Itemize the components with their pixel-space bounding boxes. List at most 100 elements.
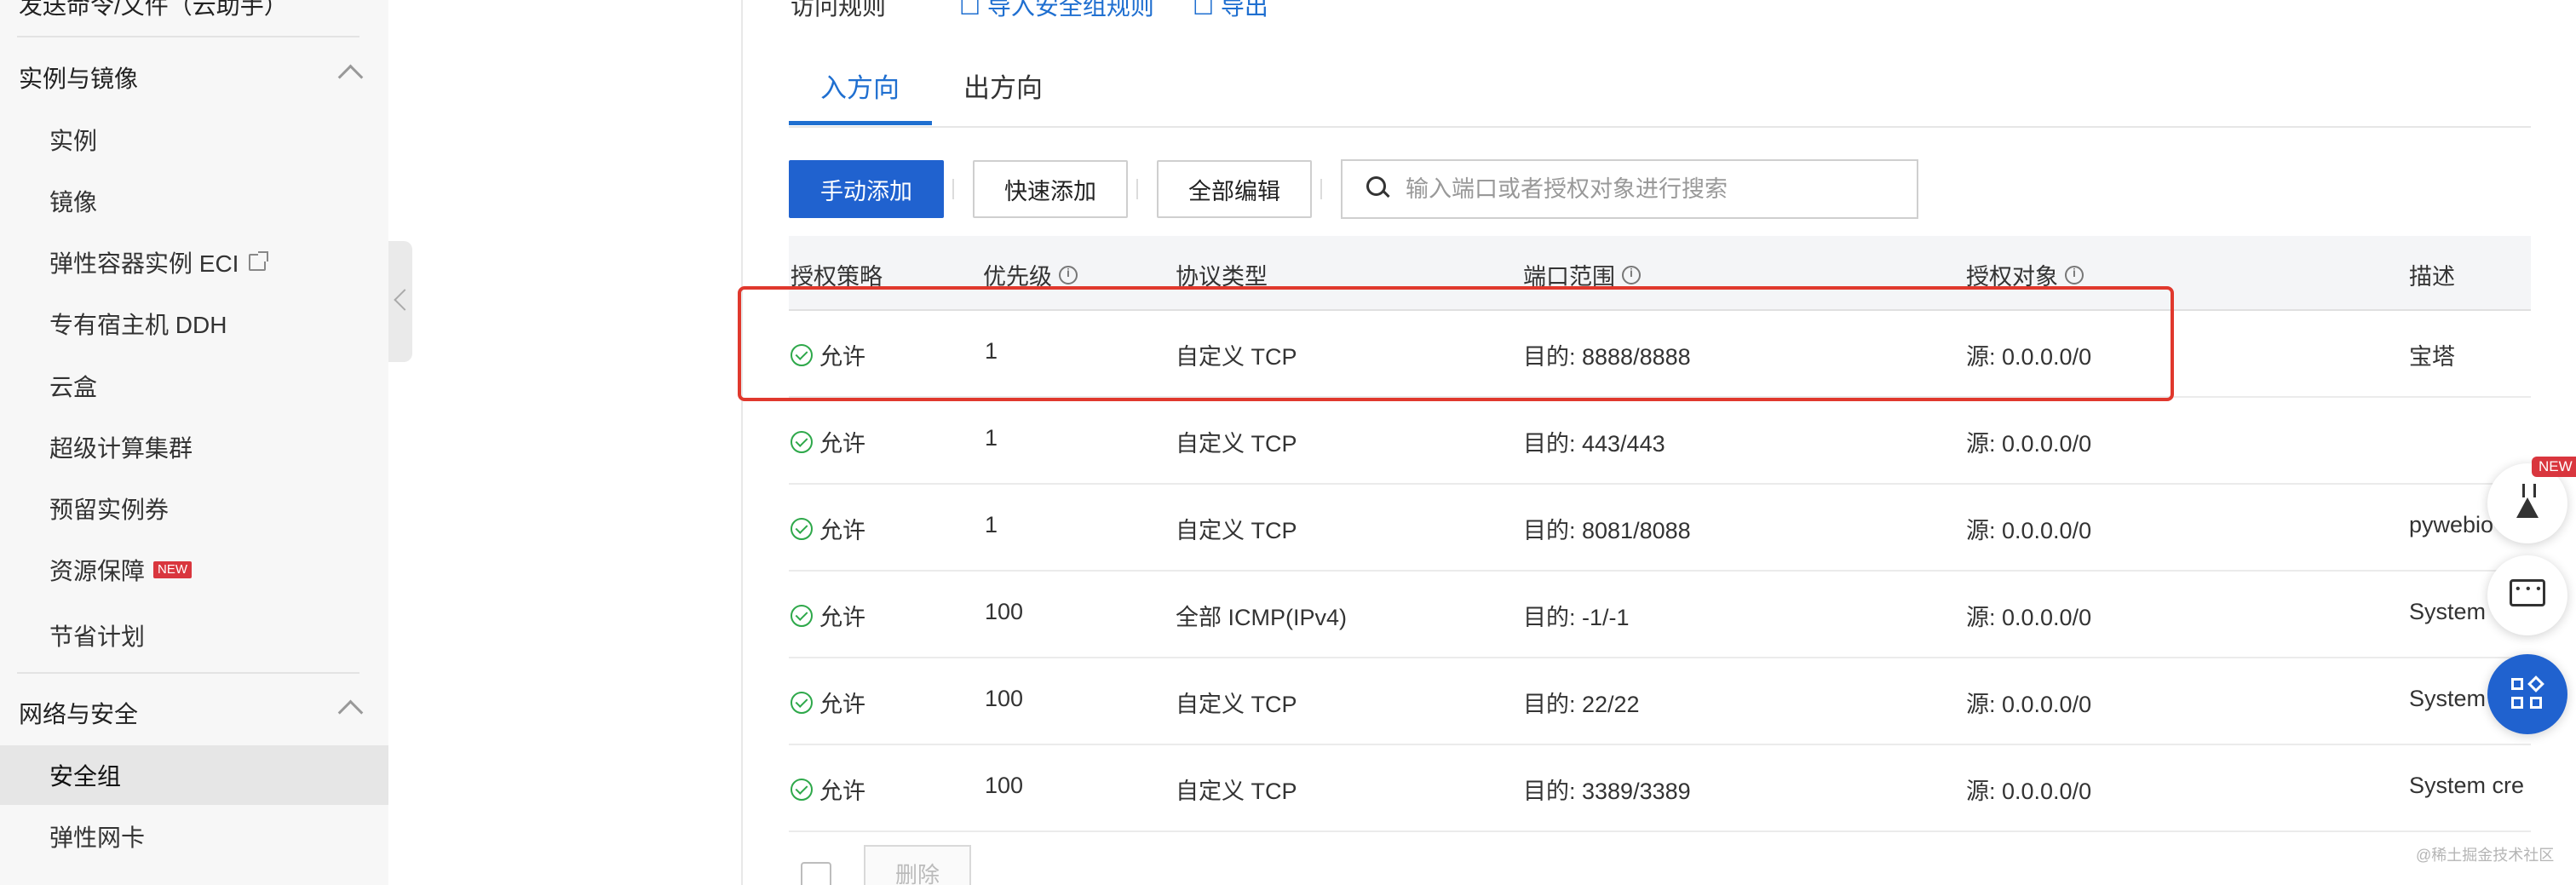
sidebar-item-label: 弹性网卡 bbox=[49, 825, 146, 851]
priority-cell: 100 bbox=[985, 773, 1024, 798]
table-row[interactable]: 允许 1 自定义 TCP 目的: 443/443 源: 0.0.0.0/0 bbox=[789, 396, 2531, 485]
sidebar-group-title: 实例与镜像 bbox=[19, 66, 139, 92]
tab-outbound[interactable]: 出方向 bbox=[963, 66, 1043, 120]
policy-cell: 允许 bbox=[791, 512, 865, 545]
description-cell: System cre bbox=[2409, 773, 2525, 798]
manual-add-button[interactable]: 手动添加 bbox=[789, 160, 944, 218]
sidebar-item-label: 实例 bbox=[49, 128, 98, 154]
apps-icon bbox=[2511, 675, 2545, 712]
sidebar-item-ddh[interactable]: 专有宿主机 DDH bbox=[0, 294, 388, 353]
info-icon[interactable] bbox=[1059, 265, 1078, 284]
export-link[interactable]: ☐ 导出 bbox=[1193, 0, 1268, 22]
column-header-description: 描述 bbox=[2409, 258, 2455, 291]
sidebar-item-reserved-instances[interactable]: 预留实例券 bbox=[0, 479, 388, 538]
priority-cell: 1 bbox=[985, 425, 998, 451]
highlight-box bbox=[738, 286, 2174, 401]
external-link-icon bbox=[249, 251, 269, 271]
protocol-cell: 全部 ICMP(IPv4) bbox=[1176, 605, 1348, 630]
table-row[interactable]: 允许 1 自定义 TCP 目的: 8081/8088 源: 0.0.0.0/0 … bbox=[789, 483, 2531, 572]
protocol-cell: 自定义 TCP bbox=[1176, 431, 1297, 457]
sidebar-item-images[interactable]: 镜像 bbox=[0, 171, 388, 231]
policy-label: 允许 bbox=[819, 605, 865, 630]
delete-button[interactable]: 删除 bbox=[864, 845, 971, 885]
source-cell: 源: 0.0.0.0/0 bbox=[1966, 518, 2092, 543]
sidebar-item-security-group[interactable]: 安全组 bbox=[0, 745, 388, 805]
check-circle-icon bbox=[791, 430, 813, 453]
select-all-checkbox[interactable] bbox=[801, 862, 831, 885]
source-cell: 源: 0.0.0.0/0 bbox=[1966, 779, 2092, 804]
sidebar-item-cloud-box[interactable]: 云盒 bbox=[0, 356, 388, 416]
search-box bbox=[1341, 159, 1918, 219]
check-circle-icon bbox=[791, 517, 813, 540]
sidebar-divider bbox=[17, 36, 359, 37]
info-icon[interactable] bbox=[1622, 265, 1641, 284]
table-row[interactable]: 允许 100 全部 ICMP(IPv4) 目的: -1/-1 源: 0.0.0.… bbox=[789, 570, 2531, 658]
section-title: 访问规则 bbox=[791, 0, 887, 20]
table-row[interactable]: 允许 100 自定义 TCP 目的: 22/22 源: 0.0.0.0/0 Sy… bbox=[789, 657, 2531, 745]
sidebar-item-send-command[interactable]: 发送命令/文件（云助手） bbox=[0, 0, 388, 34]
policy-label: 允许 bbox=[819, 518, 865, 543]
sidebar-group-instances-images[interactable]: 实例与镜像 bbox=[0, 48, 388, 107]
protocol-cell: 自定义 TCP bbox=[1176, 518, 1297, 543]
sidebar-item-label: 安全组 bbox=[49, 763, 122, 790]
new-badge: NEW bbox=[153, 561, 193, 578]
edit-all-button[interactable]: 全部编辑 bbox=[1157, 160, 1312, 218]
priority-cell: 100 bbox=[985, 686, 1024, 711]
import-icon: ☐ bbox=[959, 0, 987, 20]
sidebar-item-scc[interactable]: 超级计算集群 bbox=[0, 417, 388, 477]
table-row[interactable]: 允许 100 自定义 TCP 目的: 3389/3389 源: 0.0.0.0/… bbox=[789, 744, 2531, 832]
sidebar-item-eni[interactable]: 弹性网卡 bbox=[0, 807, 388, 866]
active-tab-indicator bbox=[789, 121, 932, 125]
sidebar-item-label: 节省计划 bbox=[49, 624, 146, 650]
policy-cell: 允许 bbox=[791, 686, 865, 719]
import-rules-link[interactable]: ☐ 导入安全组规则 bbox=[959, 0, 1154, 22]
new-badge: NEW bbox=[2532, 457, 2576, 477]
source-cell: 源: 0.0.0.0/0 bbox=[1966, 692, 2092, 717]
chat-icon bbox=[2510, 579, 2545, 606]
watermark: @稀土掘金技术社区 bbox=[2416, 847, 2555, 864]
import-rules-label: 导入安全组规则 bbox=[986, 0, 1154, 20]
policy-cell: 允许 bbox=[791, 599, 865, 632]
sidebar-item-label: 专有宿主机 DDH bbox=[49, 312, 227, 338]
direction-tabs: 入方向 出方向 bbox=[789, 60, 2531, 128]
tab-inbound[interactable]: 入方向 bbox=[820, 66, 900, 120]
policy-label: 允许 bbox=[819, 692, 865, 717]
sidebar-item-resource-assurance[interactable]: 资源保障 NEW bbox=[0, 540, 388, 600]
description-cell: System bbox=[2409, 599, 2487, 624]
policy-label: 允许 bbox=[819, 431, 865, 457]
sidebar-item-label: 云盒 bbox=[49, 374, 98, 400]
check-circle-icon bbox=[791, 604, 813, 627]
source-cell: 源: 0.0.0.0/0 bbox=[1966, 431, 2092, 457]
port-range-cell: 目的: -1/-1 bbox=[1523, 605, 1630, 630]
column-header-label: 描述 bbox=[2409, 264, 2455, 290]
sidebar-item-label: 弹性容器实例 ECI bbox=[49, 250, 239, 277]
export-icon: ☐ bbox=[1193, 0, 1221, 20]
search-input[interactable] bbox=[1404, 175, 1884, 204]
sidebar-group-network-security[interactable]: 网络与安全 bbox=[0, 683, 388, 743]
flask-icon bbox=[2516, 484, 2539, 518]
sidebar-item-eci[interactable]: 弹性容器实例 ECI bbox=[0, 233, 388, 292]
chat-button[interactable] bbox=[2487, 555, 2567, 635]
sidebar-item-instances[interactable]: 实例 bbox=[0, 110, 388, 170]
chevron-up-icon[interactable] bbox=[337, 699, 364, 726]
sidebar-divider bbox=[17, 672, 359, 674]
port-range-cell: 目的: 22/22 bbox=[1523, 692, 1640, 717]
sidebar-item-savings-plan[interactable]: 节省计划 bbox=[0, 606, 388, 665]
chevron-up-icon[interactable] bbox=[337, 64, 364, 90]
check-circle-icon bbox=[791, 691, 813, 714]
policy-cell: 允许 bbox=[791, 425, 865, 458]
toolbar-separator bbox=[1136, 179, 1138, 199]
info-icon[interactable] bbox=[2065, 265, 2084, 284]
priority-cell: 1 bbox=[985, 512, 998, 537]
policy-label: 允许 bbox=[819, 779, 865, 804]
sidebar-collapse-handle[interactable] bbox=[388, 241, 412, 362]
sidebar-item-label: 资源保障 bbox=[49, 558, 146, 584]
sidebar-item-label: 镜像 bbox=[49, 189, 98, 216]
apps-button[interactable] bbox=[2487, 654, 2567, 734]
priority-cell: 100 bbox=[985, 599, 1024, 624]
check-circle-icon bbox=[791, 778, 813, 801]
source-cell: 源: 0.0.0.0/0 bbox=[1966, 605, 2092, 630]
port-range-cell: 目的: 3389/3389 bbox=[1523, 779, 1691, 804]
sidebar-item-label: 发送命令/文件（云助手） bbox=[19, 0, 288, 19]
quick-add-button[interactable]: 快速添加 bbox=[973, 160, 1128, 218]
